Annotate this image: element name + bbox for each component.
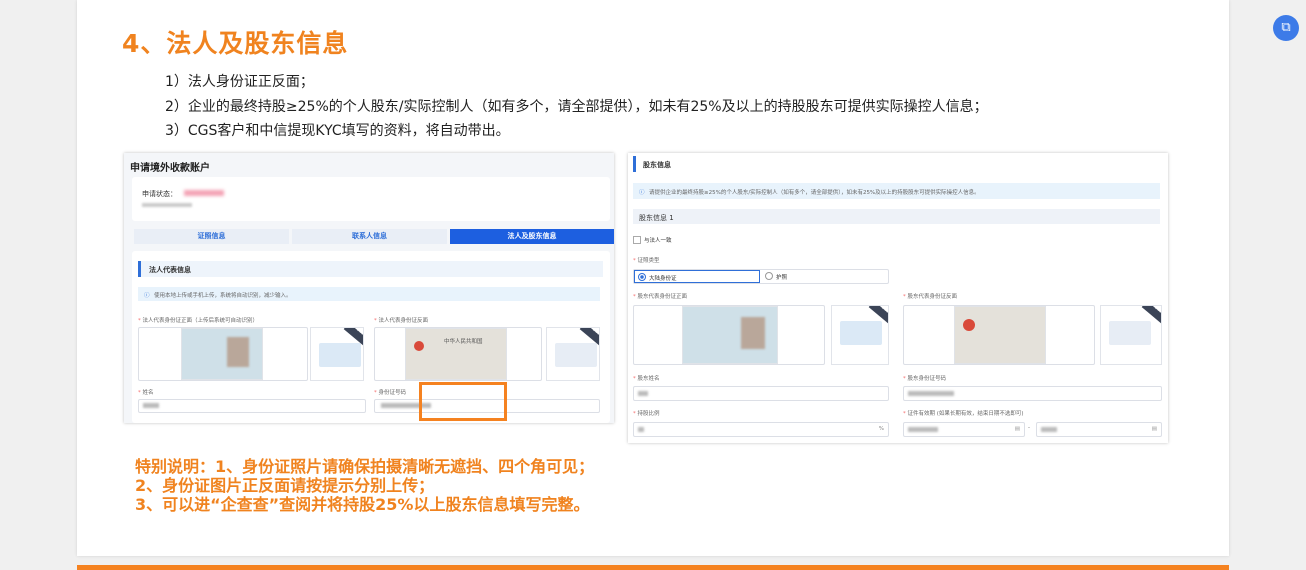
sh-id-back-photo	[954, 306, 1046, 364]
sh-id-label: * 股东身份证号码	[903, 376, 947, 382]
sh-back-upload[interactable]	[903, 305, 1095, 365]
ratio-label: * 持股比例	[633, 411, 660, 417]
date-redacted	[1041, 427, 1057, 432]
emblem-icon	[963, 319, 975, 331]
legal-rep-screenshot: 申请境外收款账户 申请状态： 证照信息 联系人信息 法人及股东信息 法人代表信息…	[124, 153, 614, 423]
shareholder-tip: ⓘ 请提供企业的最终持股≥25%的个人股东/实际控制人（如有多个，请全部提供），…	[633, 183, 1160, 199]
shareholder-1-title: 股东信息 1	[639, 214, 674, 222]
shareholder-1-bar: 股东信息 1	[633, 209, 1160, 224]
id-redacted	[908, 391, 954, 396]
note-line: 特别说明：1、身份证照片请确保拍摄清晰无遮挡、四个角可见；	[135, 457, 595, 476]
same-as-legal-label: 与法人一致	[644, 238, 672, 244]
sh-front-upload[interactable]	[633, 305, 825, 365]
sample-card	[1109, 321, 1151, 345]
section-title: 4、法人及股东信息	[122, 29, 349, 58]
note-line: 3、可以进“企查查”查阅并将持股25%以上股东信息填写完整。	[135, 495, 590, 514]
calendar-icon[interactable]: ▤	[1015, 426, 1020, 432]
status-label: 申请状态：	[142, 190, 177, 198]
legal-rep-section: 法人代表信息	[138, 261, 603, 277]
portrait-redacted	[227, 337, 249, 367]
validity-label: * 证件有效期 (如果长期有效，结束日期不选即可)	[903, 411, 1024, 417]
sample-card	[840, 321, 882, 345]
sh-back-sample: 示例	[1100, 305, 1162, 365]
step-contact[interactable]: 联系人信息	[292, 229, 447, 244]
sh-front-sample: 示例	[831, 305, 889, 365]
name-label: * 姓名	[138, 390, 154, 396]
validity-end[interactable]: ▤	[1036, 422, 1162, 437]
step-legal-shareholder[interactable]: 法人及股东信息	[450, 229, 614, 244]
id-field-highlight	[419, 382, 507, 421]
doc-type-group: 大陆身份证 护照	[633, 269, 889, 284]
info-icon: ⓘ	[144, 293, 150, 299]
requirement-item: 1）法人身份证正反面；	[165, 74, 314, 90]
sh-name-input[interactable]	[633, 386, 889, 401]
shareholder-title: 股东信息	[643, 161, 671, 169]
sh-name-label: * 股东姓名	[633, 376, 660, 382]
step-license[interactable]: 证照信息	[134, 229, 289, 244]
same-as-legal-checkbox[interactable]	[633, 236, 641, 244]
id-front-photo	[181, 328, 263, 380]
special-note: 特别说明：1、身份证照片请确保拍摄清晰无遮挡、四个角可见； 2、身份证图片正反面…	[135, 457, 594, 514]
name-input[interactable]	[138, 399, 366, 413]
ratio-redacted	[638, 427, 644, 432]
screenshot-icon[interactable]: ⧉	[1273, 15, 1299, 41]
doc-option-id[interactable]: 大陆身份证	[634, 270, 760, 283]
id-back-photo: 中华人民共和国	[405, 328, 507, 380]
name-redacted	[143, 403, 159, 408]
shareholder-tip-text: 请提供企业的最终持股≥25%的个人股东/实际控制人（如有多个，请全部提供），如未…	[649, 190, 980, 196]
sh-id-front-photo	[682, 306, 778, 364]
radio-selected	[638, 273, 646, 281]
legal-rep-card: 法人代表信息 ⓘ 使用本地上传或手机上传，系统将自动识别，减少输入。 * 法人代…	[132, 251, 610, 423]
reason-redacted	[142, 203, 192, 207]
requirements-list: 1）法人身份证正反面； 2）企业的最终持股≥25%的个人股东/实际控制人（如有多…	[165, 70, 988, 144]
requirement-item: 3）CGS客户和中信提现KYC填写的资料，将自动带出。	[165, 123, 510, 139]
date-redacted	[908, 427, 938, 432]
front-upload[interactable]	[138, 327, 308, 381]
sh-id-input[interactable]	[903, 386, 1162, 401]
doc-type-label: * 证照类型	[633, 258, 660, 264]
next-slide-edge	[77, 565, 1229, 570]
sample-card	[319, 343, 361, 367]
back-sample: 示例	[546, 327, 600, 381]
tip-banner: ⓘ 使用本地上传或手机上传，系统将自动识别，减少输入。	[138, 287, 600, 301]
tip-text: 使用本地上传或手机上传，系统将自动识别，减少输入。	[154, 293, 292, 299]
radio-unselected	[765, 272, 773, 280]
requirement-item: 2）企业的最终持股≥25%的个人股东/实际控制人（如有多个，请全部提供），如未有…	[165, 98, 988, 115]
back-label: * 法人代表身份证反面	[374, 318, 429, 324]
status-value-redacted	[184, 190, 224, 196]
ratio-input[interactable]: %	[633, 422, 889, 437]
sh-back-label: * 股东代表身份证反面	[903, 294, 958, 300]
slide: 4、法人及股东信息 1）法人身份证正反面； 2）企业的最终持股≥25%的个人股东…	[77, 0, 1229, 556]
percent-suffix: %	[878, 426, 884, 432]
status-card: 申请状态：	[132, 177, 610, 221]
front-label: * 法人代表身份证正面（上传后系统可自动识别）	[138, 318, 259, 324]
portrait-redacted	[741, 317, 765, 349]
shareholder-section: 股东信息	[633, 156, 1163, 172]
legal-rep-title: 法人代表信息	[149, 266, 191, 274]
card-country: 中华人民共和国	[444, 339, 483, 345]
range-separator: -	[1028, 425, 1030, 431]
name-redacted	[638, 391, 648, 396]
doc-option-id-label: 大陆身份证	[649, 276, 677, 282]
doc-option-passport-label: 护照	[776, 275, 788, 281]
front-sample: 示例	[310, 327, 364, 381]
note-line: 2、身份证图片正反面请按提示分别上传；	[135, 476, 435, 495]
sample-card	[555, 343, 597, 367]
id-label: * 身份证号码	[374, 390, 407, 396]
calendar-icon[interactable]: ▤	[1152, 426, 1157, 432]
back-upload[interactable]: 中华人民共和国	[374, 327, 542, 381]
progress-steps: 证照信息 联系人信息 法人及股东信息	[134, 229, 614, 244]
info-icon: ⓘ	[639, 190, 645, 196]
emblem-icon	[414, 341, 424, 351]
doc-option-passport[interactable]: 护照	[762, 270, 888, 283]
screenshot-header: 申请境外收款账户	[130, 163, 210, 174]
validity-start[interactable]: ▤	[903, 422, 1025, 437]
sh-front-label: * 股东代表身份证正面	[633, 294, 688, 300]
shareholder-screenshot: 股东信息 ⓘ 请提供企业的最终持股≥25%的个人股东/实际控制人（如有多个，请全…	[628, 153, 1168, 443]
